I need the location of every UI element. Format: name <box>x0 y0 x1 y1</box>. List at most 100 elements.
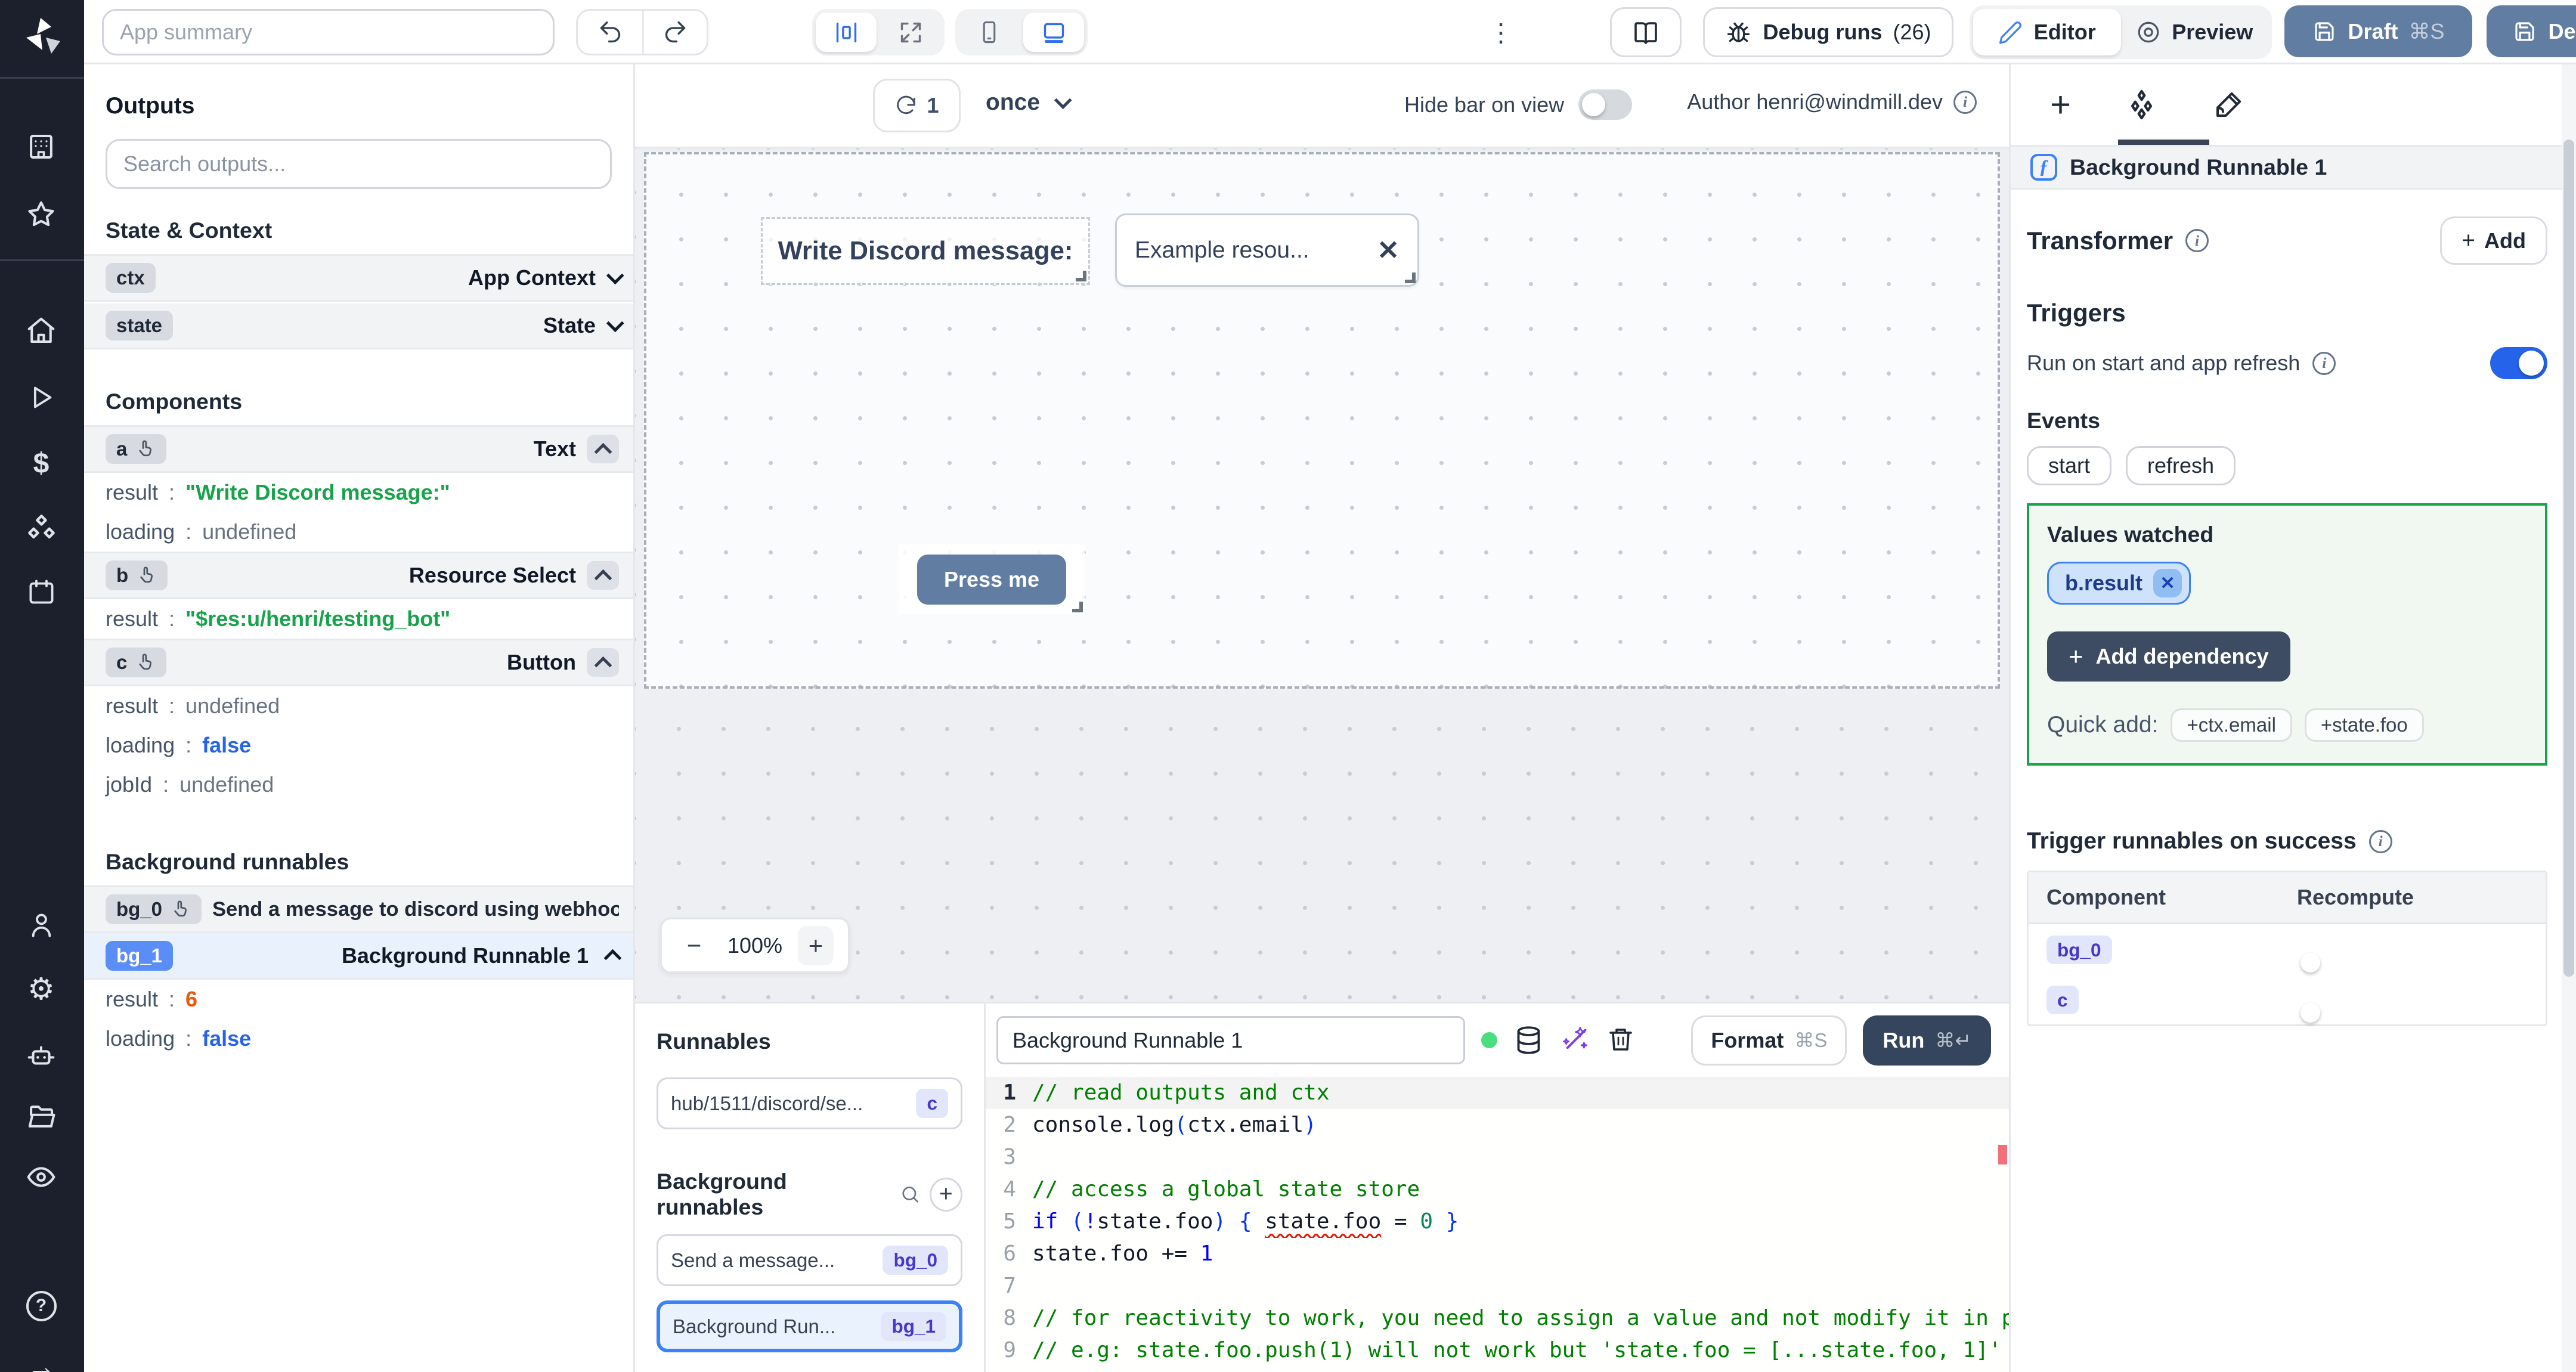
add-transformer-button[interactable]: + Add <box>2440 216 2547 265</box>
runnable-bg0-item[interactable]: Send a message... bg_0 <box>657 1234 962 1286</box>
component-b-row[interactable]: b Resource Select <box>84 552 633 599</box>
collapse-arrow-icon[interactable]: → <box>20 1345 63 1372</box>
desktop-view-button[interactable] <box>1023 13 1084 52</box>
audit-eye-icon[interactable] <box>20 1156 63 1198</box>
chevron-down-icon[interactable] <box>606 314 624 332</box>
schedules-calendar-icon[interactable] <box>20 571 63 614</box>
tab-editor[interactable]: Editor <box>1973 9 2121 55</box>
resize-handle[interactable] <box>1072 602 1083 612</box>
prop-value[interactable]: false <box>202 1026 251 1051</box>
collapse-chevron-button[interactable] <box>587 648 619 677</box>
redo-button[interactable] <box>642 11 707 54</box>
format-button[interactable]: Format ⌘S <box>1691 1015 1847 1066</box>
info-icon[interactable]: i <box>1953 90 1977 114</box>
draft-button[interactable]: Draft ⌘S <box>2284 5 2472 57</box>
refresh-count-button[interactable]: 1 <box>873 79 961 132</box>
runnable-name-input[interactable] <box>996 1016 1465 1064</box>
debug-runs-count: (26) <box>1893 20 1931 44</box>
chevron-down-icon[interactable] <box>606 266 624 284</box>
workers-robot-icon[interactable] <box>20 1034 63 1077</box>
windmill-logo-icon[interactable] <box>21 13 64 64</box>
prop-value[interactable]: false <box>202 733 251 758</box>
runnable-bg1-item[interactable]: Background Run... bg_1 <box>657 1300 962 1352</box>
remove-watched-icon[interactable]: ✕ <box>2153 569 2182 597</box>
add-dependency-button[interactable]: + Add dependency <box>2047 631 2290 682</box>
collapse-chevron-button[interactable] <box>587 561 619 590</box>
bg0-row[interactable]: bg_0 Send a message to discord using web… <box>84 885 633 933</box>
bg0-label: Send a message to discord using webhoo <box>212 897 619 921</box>
prop-value[interactable]: undefined <box>185 693 280 718</box>
runnable-hub-item[interactable]: hub/1511/discord/se... c <box>657 1077 962 1129</box>
quick-add-state-foo[interactable]: +state.foo <box>2304 708 2424 742</box>
folders-icon[interactable] <box>20 1095 63 1138</box>
button-component-selection[interactable]: Press me <box>899 544 1085 614</box>
billing-dollar-icon[interactable]: $ <box>20 442 63 485</box>
favorites-star-icon[interactable] <box>20 193 63 236</box>
code-body[interactable]: 1// read outputs and ctx 2 console.log(ct… <box>986 1077 2009 1372</box>
component-c-row[interactable]: c Button <box>84 639 633 686</box>
undo-button[interactable] <box>578 11 642 54</box>
zoom-in-button[interactable]: + <box>797 925 834 965</box>
component-a-row[interactable]: a Text <box>84 425 633 473</box>
resize-handle[interactable] <box>1076 271 1086 281</box>
prop-key: loading <box>106 733 175 757</box>
cache-database-icon[interactable] <box>1513 1025 1544 1055</box>
app-canvas[interactable]: Write Discord message: Example resou... … <box>644 152 2000 689</box>
delete-trash-icon[interactable] <box>1606 1025 1637 1055</box>
bg1-row[interactable]: bg_1 Background Runnable 1 <box>84 933 633 980</box>
run-button[interactable]: Run ⌘↵ <box>1863 1015 1991 1066</box>
resource-select-component[interactable]: Example resou... ✕ <box>1115 213 1419 287</box>
settings-gear-icon[interactable]: ⚙ <box>20 968 63 1011</box>
add-runnable-button[interactable]: + <box>929 1177 962 1212</box>
info-icon[interactable]: i <box>2368 829 2392 853</box>
press-me-button[interactable]: Press me <box>917 554 1067 605</box>
app-summary-input[interactable] <box>102 9 555 55</box>
frequency-dropdown[interactable]: once <box>986 89 1072 116</box>
prop-value[interactable]: "$res:u/henri/testing_bot" <box>185 606 450 631</box>
mobile-view-button[interactable] <box>959 13 1020 52</box>
watched-value-chip[interactable]: b.result ✕ <box>2047 562 2191 605</box>
deploy-button[interactable]: Deploy <box>2487 5 2576 57</box>
info-icon[interactable]: i <box>2185 229 2209 252</box>
center-layout-button[interactable] <box>816 13 877 52</box>
resources-cubes-icon[interactable] <box>20 506 63 549</box>
component-settings-tab[interactable] <box>2125 88 2159 122</box>
fullscreen-layout-button[interactable] <box>880 13 941 52</box>
collapse-chevron-button[interactable] <box>587 435 619 463</box>
prop-key: jobId <box>106 772 153 797</box>
tab-preview[interactable]: Preview <box>2121 9 2269 55</box>
ctx-row[interactable]: ctx App Context <box>84 254 633 302</box>
prop-value[interactable]: undefined <box>179 772 274 797</box>
styling-brush-tab[interactable] <box>2212 89 2244 121</box>
text-component[interactable]: Write Discord message: <box>761 217 1090 285</box>
home-icon[interactable] <box>20 309 63 352</box>
prop-value[interactable]: "Write Discord message:" <box>185 480 450 505</box>
quick-add-ctx-email[interactable]: +ctx.email <box>2171 708 2292 742</box>
more-menu-kebab-icon[interactable]: ⋮ <box>1483 14 1519 50</box>
info-icon[interactable]: i <box>2312 351 2336 375</box>
debug-runs-button[interactable]: Debug runs (26) <box>1703 7 1953 57</box>
insert-component-tab[interactable]: + <box>2050 84 2071 125</box>
users-person-icon[interactable] <box>20 903 63 946</box>
inspector-scrollbar[interactable] <box>2562 64 2576 1372</box>
prop-value[interactable]: undefined <box>202 519 296 544</box>
zoom-out-button[interactable]: − <box>676 926 712 965</box>
run-on-start-toggle[interactable] <box>2490 347 2547 379</box>
search-icon[interactable] <box>900 1184 921 1205</box>
runnable-label: Send a message... <box>671 1249 835 1271</box>
hand-pointer-icon <box>134 438 156 460</box>
run-on-start-label: Run on start and app refresh <box>2027 351 2301 375</box>
docs-book-button[interactable] <box>1610 7 1682 57</box>
runs-play-icon[interactable] <box>20 376 63 419</box>
chevron-up-icon[interactable] <box>603 949 622 967</box>
state-row[interactable]: state State <box>84 302 633 349</box>
resize-handle[interactable] <box>1405 272 1416 283</box>
ai-wand-icon[interactable] <box>1560 1025 1590 1055</box>
help-question-icon[interactable]: ? <box>20 1284 63 1327</box>
top-toolbar: ⋮ Debug runs (26) Editor Preview Draft ⌘… <box>84 0 2576 64</box>
search-outputs-input[interactable] <box>123 151 594 176</box>
clear-select-icon[interactable]: ✕ <box>1377 234 1400 266</box>
workspace-icon[interactable] <box>20 125 63 168</box>
prop-value[interactable]: 6 <box>185 987 197 1012</box>
hide-bar-toggle[interactable] <box>1578 89 1633 120</box>
